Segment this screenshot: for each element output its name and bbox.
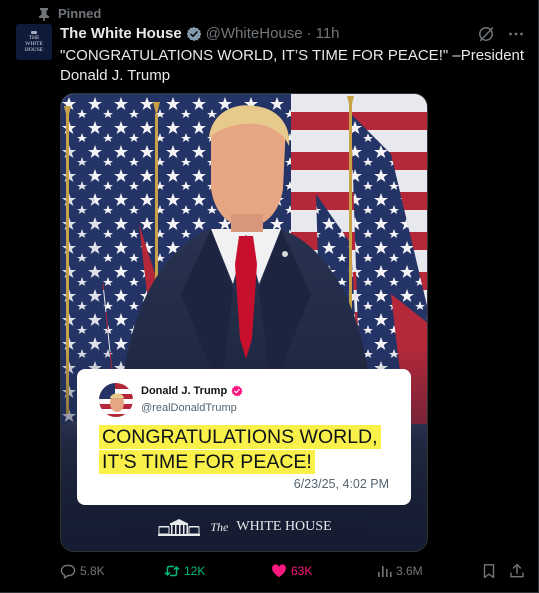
repost-button[interactable]: 12K xyxy=(164,563,205,579)
tweet-text: "CONGRATULATIONS WORLD, IT’S TIME FOR PE… xyxy=(60,47,525,84)
views-count: 3.6M xyxy=(396,564,423,578)
repost-icon xyxy=(164,565,180,577)
bookmark-button[interactable] xyxy=(481,563,497,579)
share-icon xyxy=(510,563,524,578)
reply-count: 5.8K xyxy=(80,564,105,578)
quote-text: CONGRATULATIONS WORLD, IT’S TIME FOR PEA… xyxy=(99,425,381,475)
repost-count: 12K xyxy=(184,564,206,578)
views-icon xyxy=(378,566,392,577)
views-button[interactable]: 3.6M xyxy=(376,563,423,579)
separator-dot: · xyxy=(306,25,312,42)
pinned-indicator: Pinned xyxy=(38,6,101,21)
more-options-icon[interactable] xyxy=(508,26,524,42)
verified-badge-icon[interactable] xyxy=(186,26,202,42)
pinned-label: Pinned xyxy=(58,6,102,21)
avatar-line-3: HOUSE xyxy=(24,47,44,53)
bookmark-icon xyxy=(483,564,495,579)
quote-line-1: CONGRATULATIONS WORLD, xyxy=(99,425,381,449)
like-count: 63K xyxy=(291,564,313,578)
heart-icon xyxy=(272,564,286,578)
quote-avatar xyxy=(99,383,133,417)
media-image[interactable]: Donald J. Trump @realDonaldTrump CONGRAT… xyxy=(60,93,428,552)
tweet-header: The White House @WhiteHouse · 11h xyxy=(60,25,340,42)
pin-icon xyxy=(39,7,49,21)
quote-card: Donald J. Trump @realDonaldTrump CONGRAT… xyxy=(77,369,411,505)
action-bar: 5.8K 12K 63K 3.6M xyxy=(60,563,530,583)
avatar[interactable]: THE WHITE HOUSE xyxy=(16,24,52,60)
reply-button[interactable]: 5.8K xyxy=(60,563,105,579)
quote-verified-icon xyxy=(231,385,243,397)
white-house-building-icon xyxy=(158,519,201,536)
avatar-emblem xyxy=(31,31,37,34)
top-actions xyxy=(478,26,524,42)
quote-date: 6/23/25, 4:02 PM xyxy=(293,477,389,491)
share-button[interactable] xyxy=(509,563,525,579)
reply-icon xyxy=(60,564,76,579)
quote-name-line: Donald J. Trump xyxy=(141,385,243,397)
logo-name: WHITE HOUSE xyxy=(236,519,332,534)
logo-the: The xyxy=(210,519,229,534)
handle[interactable]: @WhiteHouse xyxy=(206,25,303,42)
timestamp[interactable]: 11h xyxy=(316,25,340,42)
grok-icon[interactable] xyxy=(478,26,494,42)
like-button[interactable]: 63K xyxy=(271,563,312,579)
white-house-logo: The WHITE HOUSE xyxy=(61,517,427,537)
display-name[interactable]: The White House xyxy=(60,25,182,42)
quote-author-name: Donald J. Trump xyxy=(141,385,228,397)
quote-line-2: IT’S TIME FOR PEACE! xyxy=(99,450,315,474)
quote-author-handle: @realDonaldTrump xyxy=(141,402,237,414)
tweet-container[interactable]: Pinned THE WHITE HOUSE The White House @… xyxy=(0,0,539,593)
